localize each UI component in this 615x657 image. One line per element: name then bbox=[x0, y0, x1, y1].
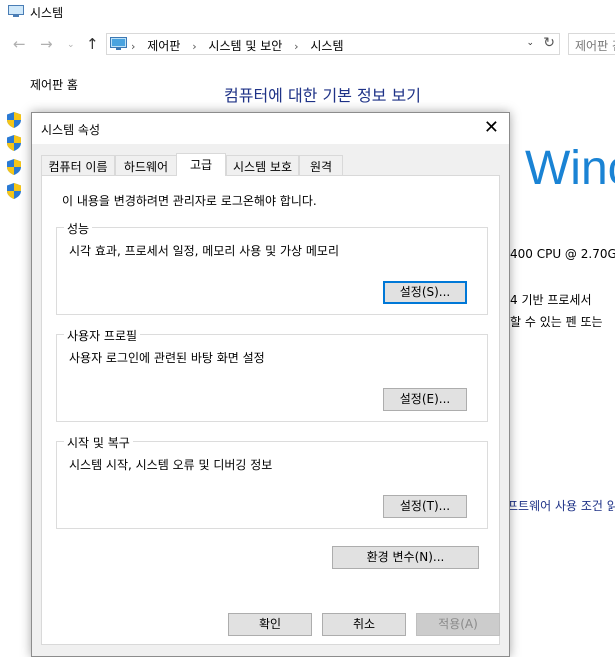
ok-button[interactable]: 확인 bbox=[228, 613, 312, 636]
breadcrumb-separator: › bbox=[294, 40, 299, 53]
environment-variables-button[interactable]: 환경 변수(N)... bbox=[332, 546, 479, 569]
performance-label: 성능 bbox=[64, 220, 93, 237]
refresh-icon[interactable]: ↻ bbox=[543, 35, 555, 51]
user-profile-description: 사용자 로그인에 관련된 바탕 화면 설정 bbox=[69, 351, 265, 365]
performance-description: 시각 효과, 프로세서 일정, 메모리 사용 및 가상 메모리 bbox=[69, 244, 339, 258]
windows-logo-text: Winc bbox=[525, 142, 615, 195]
dialog-titlebar[interactable]: 시스템 속성 ✕ bbox=[32, 113, 509, 144]
breadcrumb-separator: › bbox=[131, 40, 136, 53]
window-title: 시스템 bbox=[30, 6, 64, 20]
page-title: 컴퓨터에 대한 기본 정보 보기 bbox=[224, 86, 421, 105]
system-type-text: 4 기반 프로세서 bbox=[510, 293, 592, 307]
search-input[interactable]: 제어판 검 bbox=[568, 33, 615, 55]
breadcrumb: › 제어판 › 시스템 및 보안 › 시스템 bbox=[131, 37, 343, 54]
user-profile-settings-button[interactable]: 설정(E)... bbox=[383, 388, 467, 411]
close-icon[interactable]: ✕ bbox=[484, 117, 499, 138]
forward-arrow-icon[interactable]: → bbox=[40, 35, 53, 53]
control-panel-home-link[interactable]: 제어판 홈 bbox=[30, 76, 78, 93]
pen-touch-text: 할 수 있는 펜 또는 bbox=[510, 315, 603, 329]
startup-recovery-description: 시스템 시작, 시스템 오류 및 디버깅 정보 bbox=[69, 458, 273, 472]
admin-notice: 이 내용을 변경하려면 관리자로 로그온해야 합니다. bbox=[62, 194, 317, 208]
cancel-button[interactable]: 취소 bbox=[322, 613, 406, 636]
shield-icon bbox=[7, 112, 21, 128]
shield-icon bbox=[7, 135, 21, 151]
address-dropdown-icon[interactable]: ⌄ bbox=[526, 38, 534, 48]
user-profile-group: 사용자 프로필 사용자 로그인에 관련된 바탕 화면 설정 설정(E)... bbox=[56, 327, 488, 422]
shield-icon bbox=[7, 183, 21, 199]
breadcrumb-system[interactable]: 시스템 bbox=[310, 39, 343, 53]
recent-locations-icon[interactable]: ⌄ bbox=[67, 40, 75, 50]
tab-system-protection[interactable]: 시스템 보호 bbox=[226, 155, 299, 175]
user-profile-label: 사용자 프로필 bbox=[64, 327, 141, 344]
license-terms-link[interactable]: 프트웨어 사용 조건 읽 bbox=[507, 497, 615, 514]
tab-computer-name[interactable]: 컴퓨터 이름 bbox=[41, 155, 115, 175]
tab-hardware[interactable]: 하드웨어 bbox=[115, 155, 177, 175]
startup-recovery-group: 시작 및 복구 시스템 시작, 시스템 오류 및 디버깅 정보 설정(T)... bbox=[56, 434, 488, 529]
performance-group: 성능 시각 효과, 프로세서 일정, 메모리 사용 및 가상 메모리 설정(S)… bbox=[56, 220, 488, 315]
dialog-title: 시스템 속성 bbox=[41, 123, 101, 137]
shield-icon bbox=[7, 159, 21, 175]
up-arrow-icon[interactable]: ↑ bbox=[86, 35, 99, 53]
system-app-icon bbox=[8, 5, 24, 17]
address-bar[interactable]: › 제어판 › 시스템 및 보안 › 시스템 ⌄ ↻ bbox=[106, 33, 560, 55]
tab-advanced[interactable]: 고급 bbox=[176, 153, 226, 176]
system-properties-dialog: 시스템 속성 ✕ 컴퓨터 이름 하드웨어 고급 시스템 보호 원격 이 내용을 … bbox=[31, 112, 510, 657]
performance-settings-button[interactable]: 설정(S)... bbox=[383, 281, 467, 304]
window-titlebar: 시스템 bbox=[0, 0, 615, 26]
breadcrumb-separator: › bbox=[192, 40, 197, 53]
startup-recovery-label: 시작 및 복구 bbox=[64, 434, 133, 451]
breadcrumb-control-panel[interactable]: 제어판 bbox=[147, 39, 180, 53]
advanced-tab-panel: 이 내용을 변경하려면 관리자로 로그온해야 합니다. 성능 시각 효과, 프로… bbox=[41, 175, 500, 645]
navigation-bar: ← → ⌄ ↑ › 제어판 › 시스템 및 보안 › 시스템 ⌄ ↻ 제어판 검 bbox=[0, 30, 615, 60]
apply-button[interactable]: 적용(A) bbox=[416, 613, 500, 636]
back-arrow-icon[interactable]: ← bbox=[13, 35, 26, 53]
tab-remote[interactable]: 원격 bbox=[299, 155, 343, 175]
startup-recovery-settings-button[interactable]: 설정(T)... bbox=[383, 495, 467, 518]
control-panel-icon bbox=[110, 37, 127, 50]
cpu-info-text: 400 CPU @ 2.70GH bbox=[510, 247, 615, 261]
breadcrumb-system-security[interactable]: 시스템 및 보안 bbox=[208, 39, 282, 53]
